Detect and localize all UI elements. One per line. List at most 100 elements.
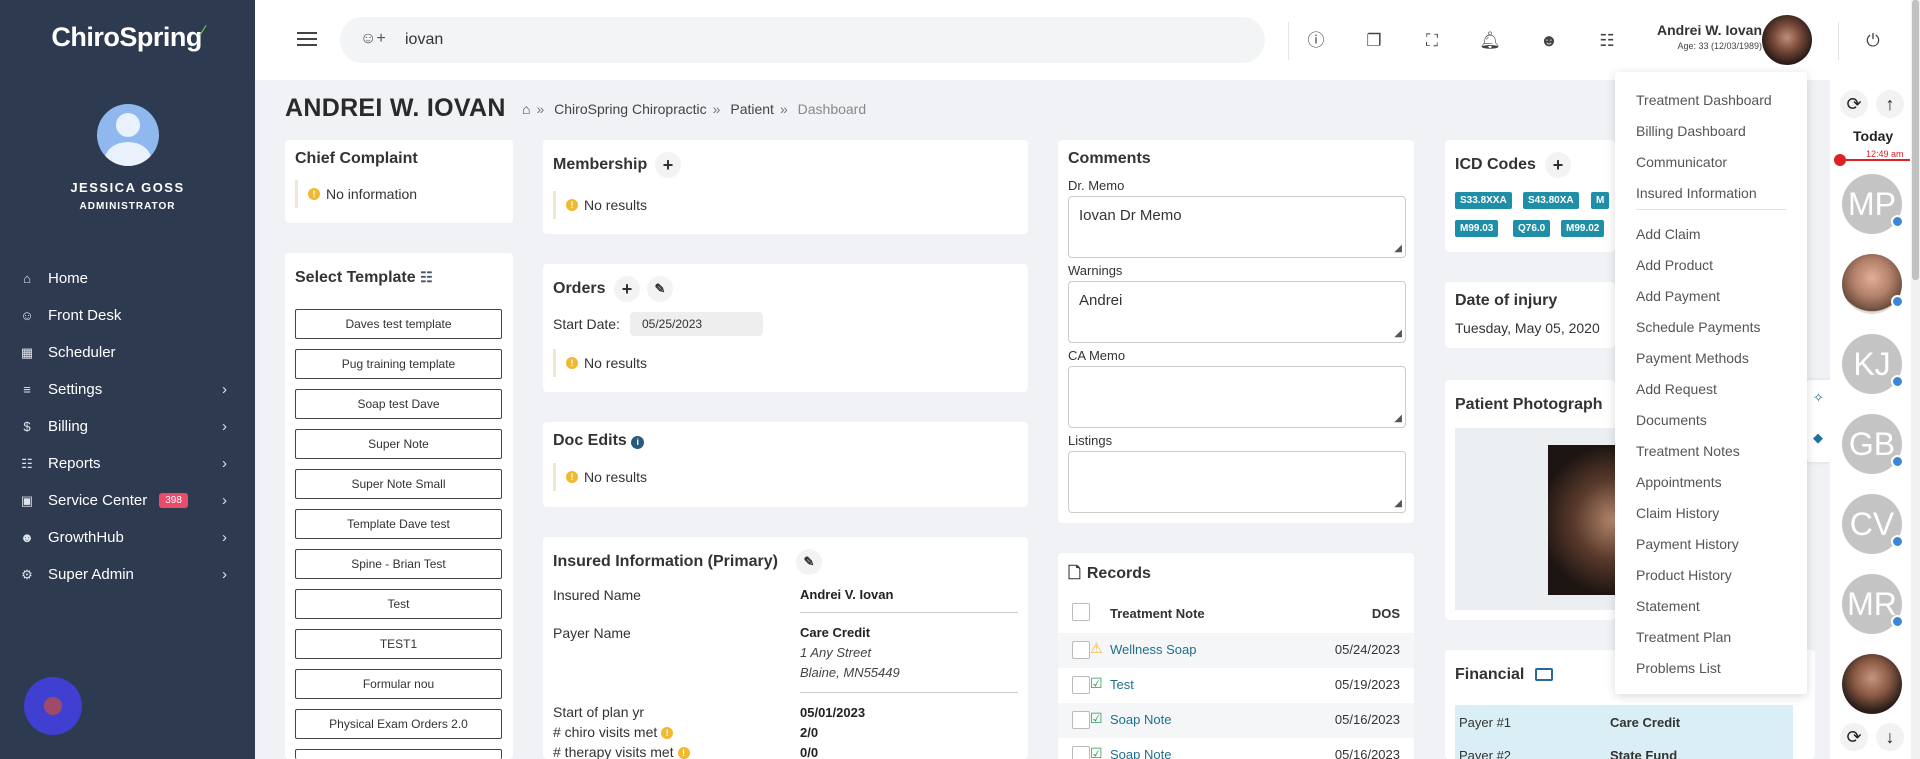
gift-icon[interactable]: ❐ [1363,30,1385,52]
table-row[interactable]: ☑ Test 05/19/2023 [1058,668,1414,703]
row-checkbox[interactable] [1072,711,1090,729]
patient-search[interactable]: ☺+ [340,17,1265,63]
col-dos[interactable]: DOS [1372,606,1400,621]
template-button[interactable]: Soap test Dave [295,389,502,419]
app-logo[interactable]: ChiroSpring∕ [0,22,255,53]
provider-avatar[interactable] [1842,254,1904,314]
menu-item[interactable]: Treatment Notes [1636,443,1740,459]
fullscreen-icon[interactable]: ⛶ [1421,30,1443,52]
template-button[interactable]: Formular nou [295,669,502,699]
sidebar-item-reports[interactable]: ☷ Reports › [0,445,255,482]
users-icon[interactable]: ☻ [1538,30,1560,52]
resize-handle-icon[interactable]: ◢ [1394,413,1402,424]
arrow-up-icon[interactable]: ↑ [1876,90,1904,118]
add-order-button[interactable]: + [614,276,640,302]
treatment-note-link[interactable]: Test [1110,677,1134,692]
menu-item[interactable]: Claim History [1636,505,1719,521]
sidebar-item-billing[interactable]: $ Billing › [0,408,255,445]
resize-handle-icon[interactable]: ◢ [1394,498,1402,509]
add-icd-button[interactable]: + [1545,152,1571,178]
table-row[interactable]: ⚠ Wellness Soap 05/24/2023 [1058,633,1414,668]
edit-insured-button[interactable]: ✎ [796,549,822,575]
icd-code-badge[interactable]: M99.03 [1455,220,1499,237]
sidebar-item-growthhub[interactable]: ☻ GrowthHub › [0,519,255,556]
menu-toggle-icon[interactable] [297,32,317,48]
document-icon[interactable]: ☷ [1596,30,1618,52]
refresh-icon[interactable]: ⟳ [1840,90,1868,118]
provider-avatar[interactable]: GB [1842,414,1904,474]
chat-bubble-button[interactable] [24,677,82,735]
sidebar-item-super-admin[interactable]: ⚙ Super Admin › [0,556,255,593]
info-circle-icon[interactable]: i [631,436,645,449]
menu-item[interactable]: Documents [1636,412,1707,428]
template-button[interactable]: Pug training template [295,349,502,379]
patient-photo[interactable] [1548,445,1615,595]
sidebar-item-scheduler[interactable]: ▦ Scheduler [0,334,255,371]
icd-code-badge[interactable]: Q76.0 [1513,220,1551,237]
template-list-icon[interactable]: ☷ [420,269,433,285]
template-button[interactable]: TEST1 [295,629,502,659]
refresh-icon[interactable]: ⟳ [1840,723,1868,751]
menu-item[interactable]: Problems List [1636,660,1721,676]
template-button[interactable]: Daves test template [295,309,502,339]
user-avatar[interactable] [97,104,159,166]
menu-item[interactable]: Communicator [1636,154,1727,170]
sidebar-item-service-center[interactable]: ▣ Service Center 398 › [0,482,255,519]
table-row[interactable]: ☑ Soap Note 05/16/2023 [1058,703,1414,738]
menu-item[interactable]: Add Product [1636,257,1713,273]
sidebar-item-home[interactable]: ⌂ Home [0,260,255,297]
sidebar-item-front-desk[interactable]: ☺ Front Desk [0,297,255,334]
menu-item[interactable]: Insured Information [1636,185,1757,201]
credit-card-icon[interactable] [1534,668,1553,682]
listings-textarea[interactable]: ◢ [1068,451,1406,513]
menu-item[interactable]: Add Request [1636,381,1717,397]
icd-code-badge[interactable]: M [1591,192,1610,209]
breadcrumb-item[interactable]: ChiroSpring Chiropractic [554,101,707,117]
template-button[interactable]: Template Dave test [295,509,502,539]
icd-code-badge[interactable]: M99.02 [1561,220,1605,237]
template-button[interactable]: Physical Exam Orders 2.0 [295,709,502,739]
template-button[interactable]: Spine - Brian Test [295,549,502,579]
warnings-textarea[interactable]: Andrei ◢ [1068,281,1406,343]
menu-item[interactable]: Treatment Plan [1636,629,1731,645]
sidebar-item-settings[interactable]: ≡ Settings › [0,371,255,408]
provider-avatar[interactable]: CV [1842,494,1904,554]
menu-item[interactable]: Payment Methods [1636,350,1749,366]
menu-item[interactable]: Appointments [1636,474,1722,490]
row-checkbox[interactable] [1072,676,1090,694]
menu-item[interactable]: Payment History [1636,536,1739,552]
help-icon[interactable]: ⓘ [1305,30,1327,52]
icd-code-badge[interactable]: S43.80XA [1523,192,1579,209]
treatment-note-link[interactable]: Wellness Soap [1110,642,1196,657]
template-button[interactable]: Test [295,589,502,619]
patient-avatar[interactable] [1762,15,1812,65]
provider-avatar[interactable] [1842,654,1902,714]
menu-item[interactable]: Billing Dashboard [1636,123,1746,139]
template-button[interactable]: Super Note Small [295,469,502,499]
select-all-checkbox[interactable] [1072,603,1090,621]
menu-item[interactable]: Schedule Payments [1636,319,1761,335]
current-patient[interactable]: Andrei W. Iovan Age: 33 (12/03/1989) [1657,22,1762,51]
search-input[interactable] [405,27,1105,53]
eraser-icon[interactable]: ◆ [1813,430,1823,446]
page-scrollbar[interactable] [1911,0,1920,759]
icd-code-badge[interactable]: S33.8XXA [1455,192,1512,209]
arrow-down-icon[interactable]: ↓ [1876,723,1904,751]
provider-avatar[interactable]: MP [1842,174,1904,234]
provider-avatar[interactable]: MR [1842,574,1904,634]
row-checkbox[interactable] [1072,746,1090,759]
menu-item[interactable]: Product History [1636,567,1732,583]
treatment-note-link[interactable]: Soap Note [1110,747,1171,759]
treatment-note-link[interactable]: Soap Note [1110,712,1171,727]
provider-avatar[interactable]: KJ [1842,334,1904,394]
menu-item[interactable]: Statement [1636,598,1700,614]
power-icon[interactable]: ⏻ [1862,30,1884,52]
row-checkbox[interactable] [1072,641,1090,659]
start-date-field[interactable]: 05/25/2023 [630,312,763,336]
dr-memo-textarea[interactable]: Iovan Dr Memo ◢ [1068,196,1406,258]
menu-item[interactable]: Add Payment [1636,288,1720,304]
wand-icon[interactable]: ✧ [1813,390,1824,406]
menu-item[interactable]: Add Claim [1636,226,1701,242]
template-button[interactable]: Super Note [295,429,502,459]
template-button-partial[interactable] [295,749,502,759]
